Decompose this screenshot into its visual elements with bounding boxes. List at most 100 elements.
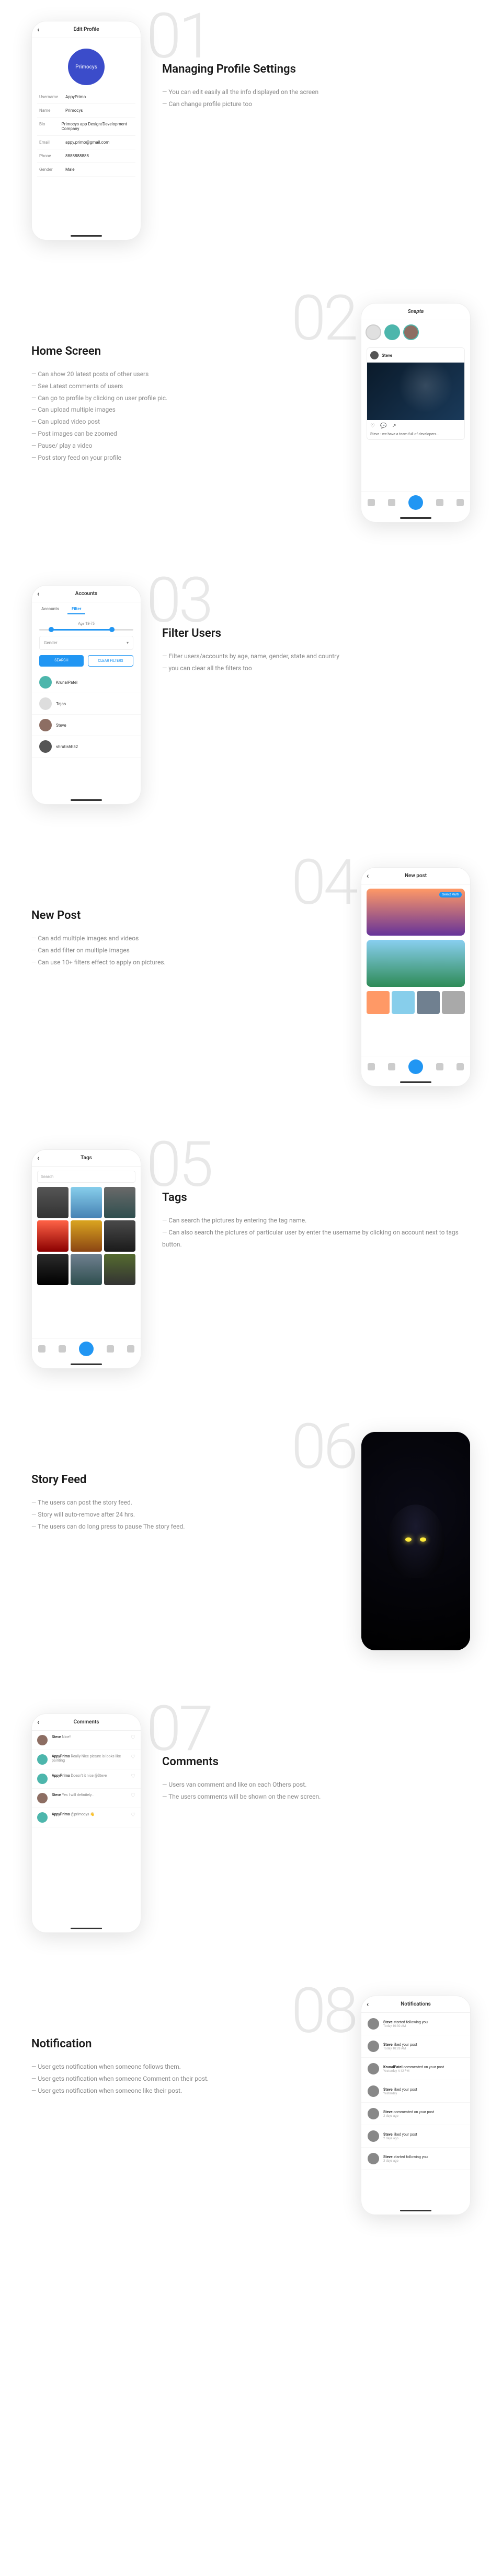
phone-mock-newpost: ‹ New post Select Multi: [361, 867, 471, 1087]
thumbnail[interactable]: [392, 991, 415, 1014]
back-icon[interactable]: ‹: [367, 872, 369, 880]
back-icon[interactable]: ‹: [37, 1718, 39, 1727]
gender-select[interactable]: Gender▾: [39, 636, 133, 650]
selected-image[interactable]: [367, 940, 465, 987]
home-indicator: [400, 517, 431, 519]
feature-item: Can also search the pictures of particul…: [162, 1227, 471, 1251]
notification-row[interactable]: Steve liked your postYesterday: [361, 2080, 470, 2103]
notification-row[interactable]: Steve commented on your post2 days ago: [361, 2103, 470, 2125]
thumbnail[interactable]: [442, 991, 465, 1014]
field-phone[interactable]: Phone8888888888: [37, 149, 135, 163]
phone-header: ‹ Edit Profile: [32, 21, 141, 38]
back-icon[interactable]: ‹: [367, 2000, 369, 2009]
search-input[interactable]: Search: [37, 1171, 135, 1183]
clear-filters-button[interactable]: CLEAR FILTERS: [88, 655, 133, 667]
nav-search-icon[interactable]: [388, 499, 395, 506]
notification-row[interactable]: KrunalPatel commented on your postYester…: [361, 2058, 470, 2080]
thumbnail[interactable]: [417, 991, 440, 1014]
tab-filter[interactable]: Filter: [67, 604, 85, 614]
nav-heart-icon[interactable]: [436, 1063, 443, 1070]
tag-image[interactable]: [37, 1254, 69, 1285]
story-item[interactable]: [403, 324, 419, 340]
user-row[interactable]: shrutishh52: [32, 736, 141, 757]
tag-image[interactable]: [37, 1220, 69, 1252]
nav-home-icon[interactable]: [368, 1063, 375, 1070]
nav-search-icon[interactable]: [59, 1345, 66, 1353]
notification-row[interactable]: Steve started following you3 days ago: [361, 2148, 470, 2170]
tag-image[interactable]: [104, 1220, 135, 1252]
select-multi-badge[interactable]: Select Multi: [439, 892, 462, 897]
like-icon[interactable]: ♡: [131, 1793, 135, 1803]
like-icon[interactable]: ♡: [370, 423, 375, 429]
avatar[interactable]: [370, 351, 379, 359]
notification-row[interactable]: Steve liked your postToday 10:28 AM: [361, 2035, 470, 2058]
feature-item: Can add multiple images and videos: [31, 933, 340, 945]
section-title: Comments: [162, 1755, 471, 1768]
like-icon[interactable]: ♡: [131, 1812, 135, 1823]
back-icon[interactable]: ‹: [37, 590, 39, 598]
comment-icon[interactable]: 💬: [380, 423, 386, 429]
nav-profile-icon[interactable]: [457, 499, 464, 506]
user-row[interactable]: Steve: [32, 715, 141, 736]
search-button[interactable]: SEARCH: [39, 655, 84, 667]
field-username[interactable]: UsernameAppyPrimo: [37, 90, 135, 104]
tag-image[interactable]: [104, 1187, 135, 1218]
nav-add-icon[interactable]: [408, 495, 423, 510]
tab-label: Tags: [81, 1155, 92, 1161]
nav-add-icon[interactable]: [79, 1342, 94, 1356]
notification-row[interactable]: Steve liked your post2 days ago: [361, 2125, 470, 2148]
feature-item: Can upload video post: [31, 416, 340, 428]
story-figure: [387, 1505, 444, 1578]
selected-image[interactable]: Select Multi: [367, 889, 465, 936]
post-image[interactable]: [367, 363, 464, 420]
tag-image[interactable]: [71, 1220, 102, 1252]
user-row[interactable]: KrunalPatel: [32, 672, 141, 693]
back-icon[interactable]: ‹: [37, 1154, 39, 1162]
section-title: Home Screen: [31, 345, 340, 358]
nav-search-icon[interactable]: [388, 1063, 395, 1070]
notification-row[interactable]: Steve started following youToday 10:30 A…: [361, 2013, 470, 2035]
feature-list: You can edit easily all the info display…: [162, 86, 471, 110]
comment-row: AppyPrimo @primocys 👋♡: [32, 1808, 141, 1827]
phone-header: ‹ Accounts: [32, 586, 141, 602]
nav-add-icon[interactable]: [408, 1059, 423, 1074]
comment-row: AppyPrimo Really Nice picture is looks l…: [32, 1750, 141, 1769]
feature-list: The users can post the story feed. Story…: [31, 1497, 340, 1532]
age-slider[interactable]: Age 18-75: [39, 622, 133, 631]
field-bio[interactable]: BioPrimocys app Design/Development Compa…: [37, 118, 135, 136]
thumbnail[interactable]: [367, 991, 390, 1014]
field-name[interactable]: NamePrimocys: [37, 104, 135, 118]
tag-image[interactable]: [71, 1187, 102, 1218]
nav-home-icon[interactable]: [38, 1345, 45, 1353]
nav-profile-icon[interactable]: [457, 1063, 464, 1070]
feature-list: Users van comment and like on each Other…: [162, 1779, 471, 1803]
story-image[interactable]: [361, 1432, 470, 1650]
home-indicator: [71, 1928, 102, 1929]
tag-image[interactable]: [104, 1254, 135, 1285]
stories-row: [361, 320, 470, 344]
add-story-button[interactable]: [366, 324, 381, 340]
avatar[interactable]: Primocys: [68, 49, 105, 85]
feature-item: You can edit easily all the info display…: [162, 86, 471, 98]
user-row[interactable]: Tejas: [32, 693, 141, 715]
like-icon[interactable]: ♡: [131, 1754, 135, 1765]
nav-home-icon[interactable]: [368, 499, 375, 506]
nav-profile-icon[interactable]: [127, 1345, 134, 1353]
field-email[interactable]: Emailappy.primo@gmail.com: [37, 136, 135, 149]
story-item[interactable]: [384, 324, 400, 340]
feature-item: Pause/ play a video: [31, 440, 340, 452]
tag-image[interactable]: [37, 1187, 69, 1218]
nav-heart-icon[interactable]: [107, 1345, 114, 1353]
feature-item: See Latest comments of users: [31, 380, 340, 392]
nav-heart-icon[interactable]: [436, 499, 443, 506]
back-icon[interactable]: ‹: [37, 26, 39, 34]
post-username[interactable]: Steve: [382, 353, 392, 358]
like-icon[interactable]: ♡: [131, 1735, 135, 1745]
feature-item: Filter users/accounts by age, name, gend…: [162, 650, 471, 662]
tab-accounts[interactable]: Accounts: [37, 604, 63, 614]
share-icon[interactable]: ↗: [392, 423, 396, 429]
feature-item: Post story feed on your profile: [31, 452, 340, 464]
field-gender[interactable]: GenderMale: [37, 163, 135, 177]
like-icon[interactable]: ♡: [131, 1774, 135, 1784]
tag-image[interactable]: [71, 1254, 102, 1285]
